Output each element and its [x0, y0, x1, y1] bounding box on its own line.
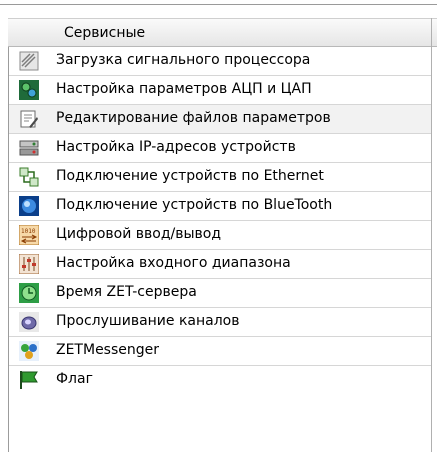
- menu-item-zet-server-time[interactable]: Время ZET-сервера: [9, 279, 431, 308]
- menu-item-ethernet[interactable]: Подключение устройств по Ethernet: [9, 163, 431, 192]
- menu-item-channel-listening[interactable]: Прослушивание каналов: [9, 308, 431, 337]
- menu-item-label: Время ZET-сервера: [56, 284, 197, 300]
- menu-item-label: Настройка IP-адресов устройств: [56, 139, 296, 155]
- speaker-icon: [19, 312, 39, 332]
- bluetooth-icon: [19, 196, 39, 216]
- menu-item-label: Подключение устройств по Ethernet: [56, 168, 324, 184]
- ethernet-icon: [19, 167, 39, 187]
- menu-item-input-range[interactable]: Настройка входного диапазона: [9, 250, 431, 279]
- menu-item-bluetooth[interactable]: Подключение устройств по BlueTooth: [9, 192, 431, 221]
- menu-item-edit-param-files[interactable]: Редактирование файлов параметров: [9, 105, 431, 134]
- flag-icon: [19, 370, 39, 390]
- clock-icon: [19, 283, 39, 303]
- menu-item-label: Флаг: [56, 371, 93, 387]
- menu-item-digital-io[interactable]: 1010 Цифровой ввод/вывод: [9, 221, 431, 250]
- menu-title: Сервисные: [64, 25, 146, 41]
- menu-item-ip-settings[interactable]: Настройка IP-адресов устройств: [9, 134, 431, 163]
- svg-text:1010: 1010: [21, 228, 36, 235]
- menu-header: Сервисные: [8, 18, 437, 47]
- messenger-icon: [19, 341, 39, 361]
- file-edit-icon: [19, 109, 39, 129]
- menu-item-label: Загрузка сигнального процессора: [56, 52, 311, 68]
- menu-item-dsp-load[interactable]: Загрузка сигнального процессора: [9, 47, 431, 76]
- menu-item-zetmessenger[interactable]: ZETMessenger: [9, 337, 431, 366]
- gears-icon: [19, 80, 39, 100]
- network-device-icon: [19, 138, 39, 158]
- chip-load-icon: [19, 51, 39, 71]
- menu-item-label: Редактирование файлов параметров: [56, 110, 331, 126]
- menu-item-label: Цифровой ввод/вывод: [56, 226, 222, 242]
- menu-item-label: Прослушивание каналов: [56, 313, 240, 329]
- top-divider: [0, 4, 437, 5]
- menu-item-label: ZETMessenger: [56, 342, 160, 358]
- digital-io-icon: 1010: [19, 225, 39, 245]
- sliders-icon: [19, 254, 39, 274]
- right-border: [431, 18, 432, 452]
- menu-item-label: Настройка параметров АЦП и ЦАП: [56, 81, 312, 97]
- menu-item-flag[interactable]: Флаг: [9, 366, 431, 452]
- menu-item-label: Подключение устройств по BlueTooth: [56, 197, 333, 213]
- services-menu: Сервисные Загрузка сигнального процессор…: [0, 0, 437, 452]
- menu-item-adc-dac-settings[interactable]: Настройка параметров АЦП и ЦАП: [9, 76, 431, 105]
- menu-item-label: Настройка входного диапазона: [56, 255, 291, 271]
